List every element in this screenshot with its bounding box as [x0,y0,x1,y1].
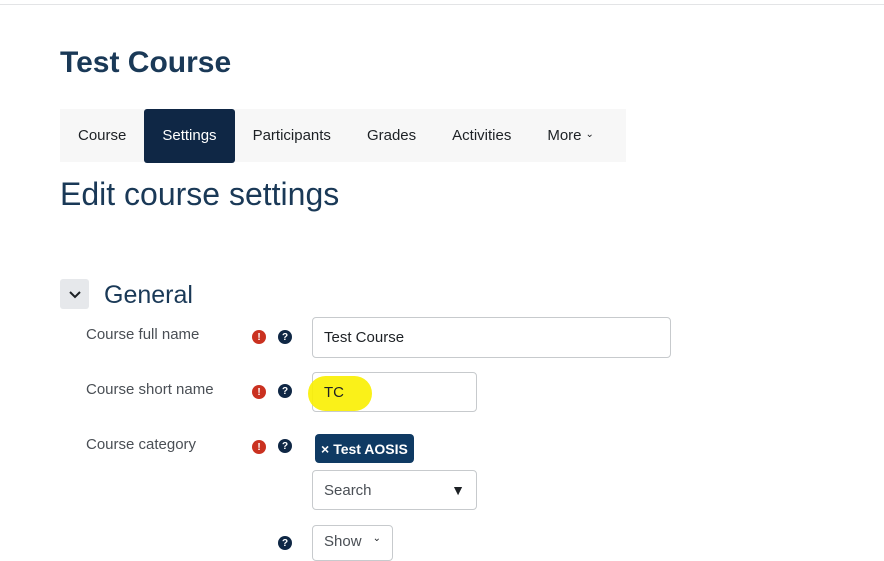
visibility-select[interactable]: Show ⌄ [312,525,393,561]
short-name-label: Course short name [86,381,214,398]
chevron-down-icon [68,291,81,299]
collapse-section-button[interactable] [60,279,89,309]
exclamation-icon: ! [252,385,266,399]
tab-label: Activities [452,127,512,144]
tab-settings[interactable]: Settings [144,108,235,163]
category-search-select[interactable]: Search ▼ [312,470,477,510]
tab-more[interactable]: More ⌄ [529,109,612,162]
question-icon[interactable]: ? [278,330,292,344]
exclamation-icon: ! [252,330,266,344]
top-divider [0,4,884,5]
page-heading: Edit course settings [60,176,340,212]
tab-activities[interactable]: Activities [434,109,529,162]
course-nav-tabs: Course Settings Participants Grades Acti… [60,108,626,163]
search-placeholder: Search [324,481,372,499]
question-icon[interactable]: ? [278,439,292,453]
course-title: Test Course [60,46,232,79]
question-icon[interactable]: ? [278,536,292,550]
tab-participants[interactable]: Participants [235,109,349,162]
close-icon[interactable]: × [321,441,329,457]
full-name-input[interactable]: Test Course [312,317,671,358]
tab-course[interactable]: Course [60,109,144,162]
tab-label: More [547,127,582,144]
chevron-down-icon: ⌄ [585,129,594,140]
tab-label: Settings [162,127,217,144]
question-icon[interactable]: ? [278,384,292,398]
category-label: Course category [86,436,197,453]
tab-label: Course [78,127,127,144]
visibility-value: Show [324,533,362,550]
caret-down-icon: ▼ [451,482,465,498]
exclamation-icon: ! [252,440,266,454]
selected-category-tag[interactable]: × Test AOSIS [315,434,414,463]
chevron-down-icon: ⌄ [372,533,381,544]
section-title: General [104,281,193,309]
tab-label: Participants [252,127,331,144]
tab-label: Grades [366,127,417,144]
short-name-value: TC [324,384,344,401]
tab-grades[interactable]: Grades [349,109,434,162]
full-name-label: Course full name [86,326,200,343]
selected-category-label: Test AOSIS [333,440,408,457]
